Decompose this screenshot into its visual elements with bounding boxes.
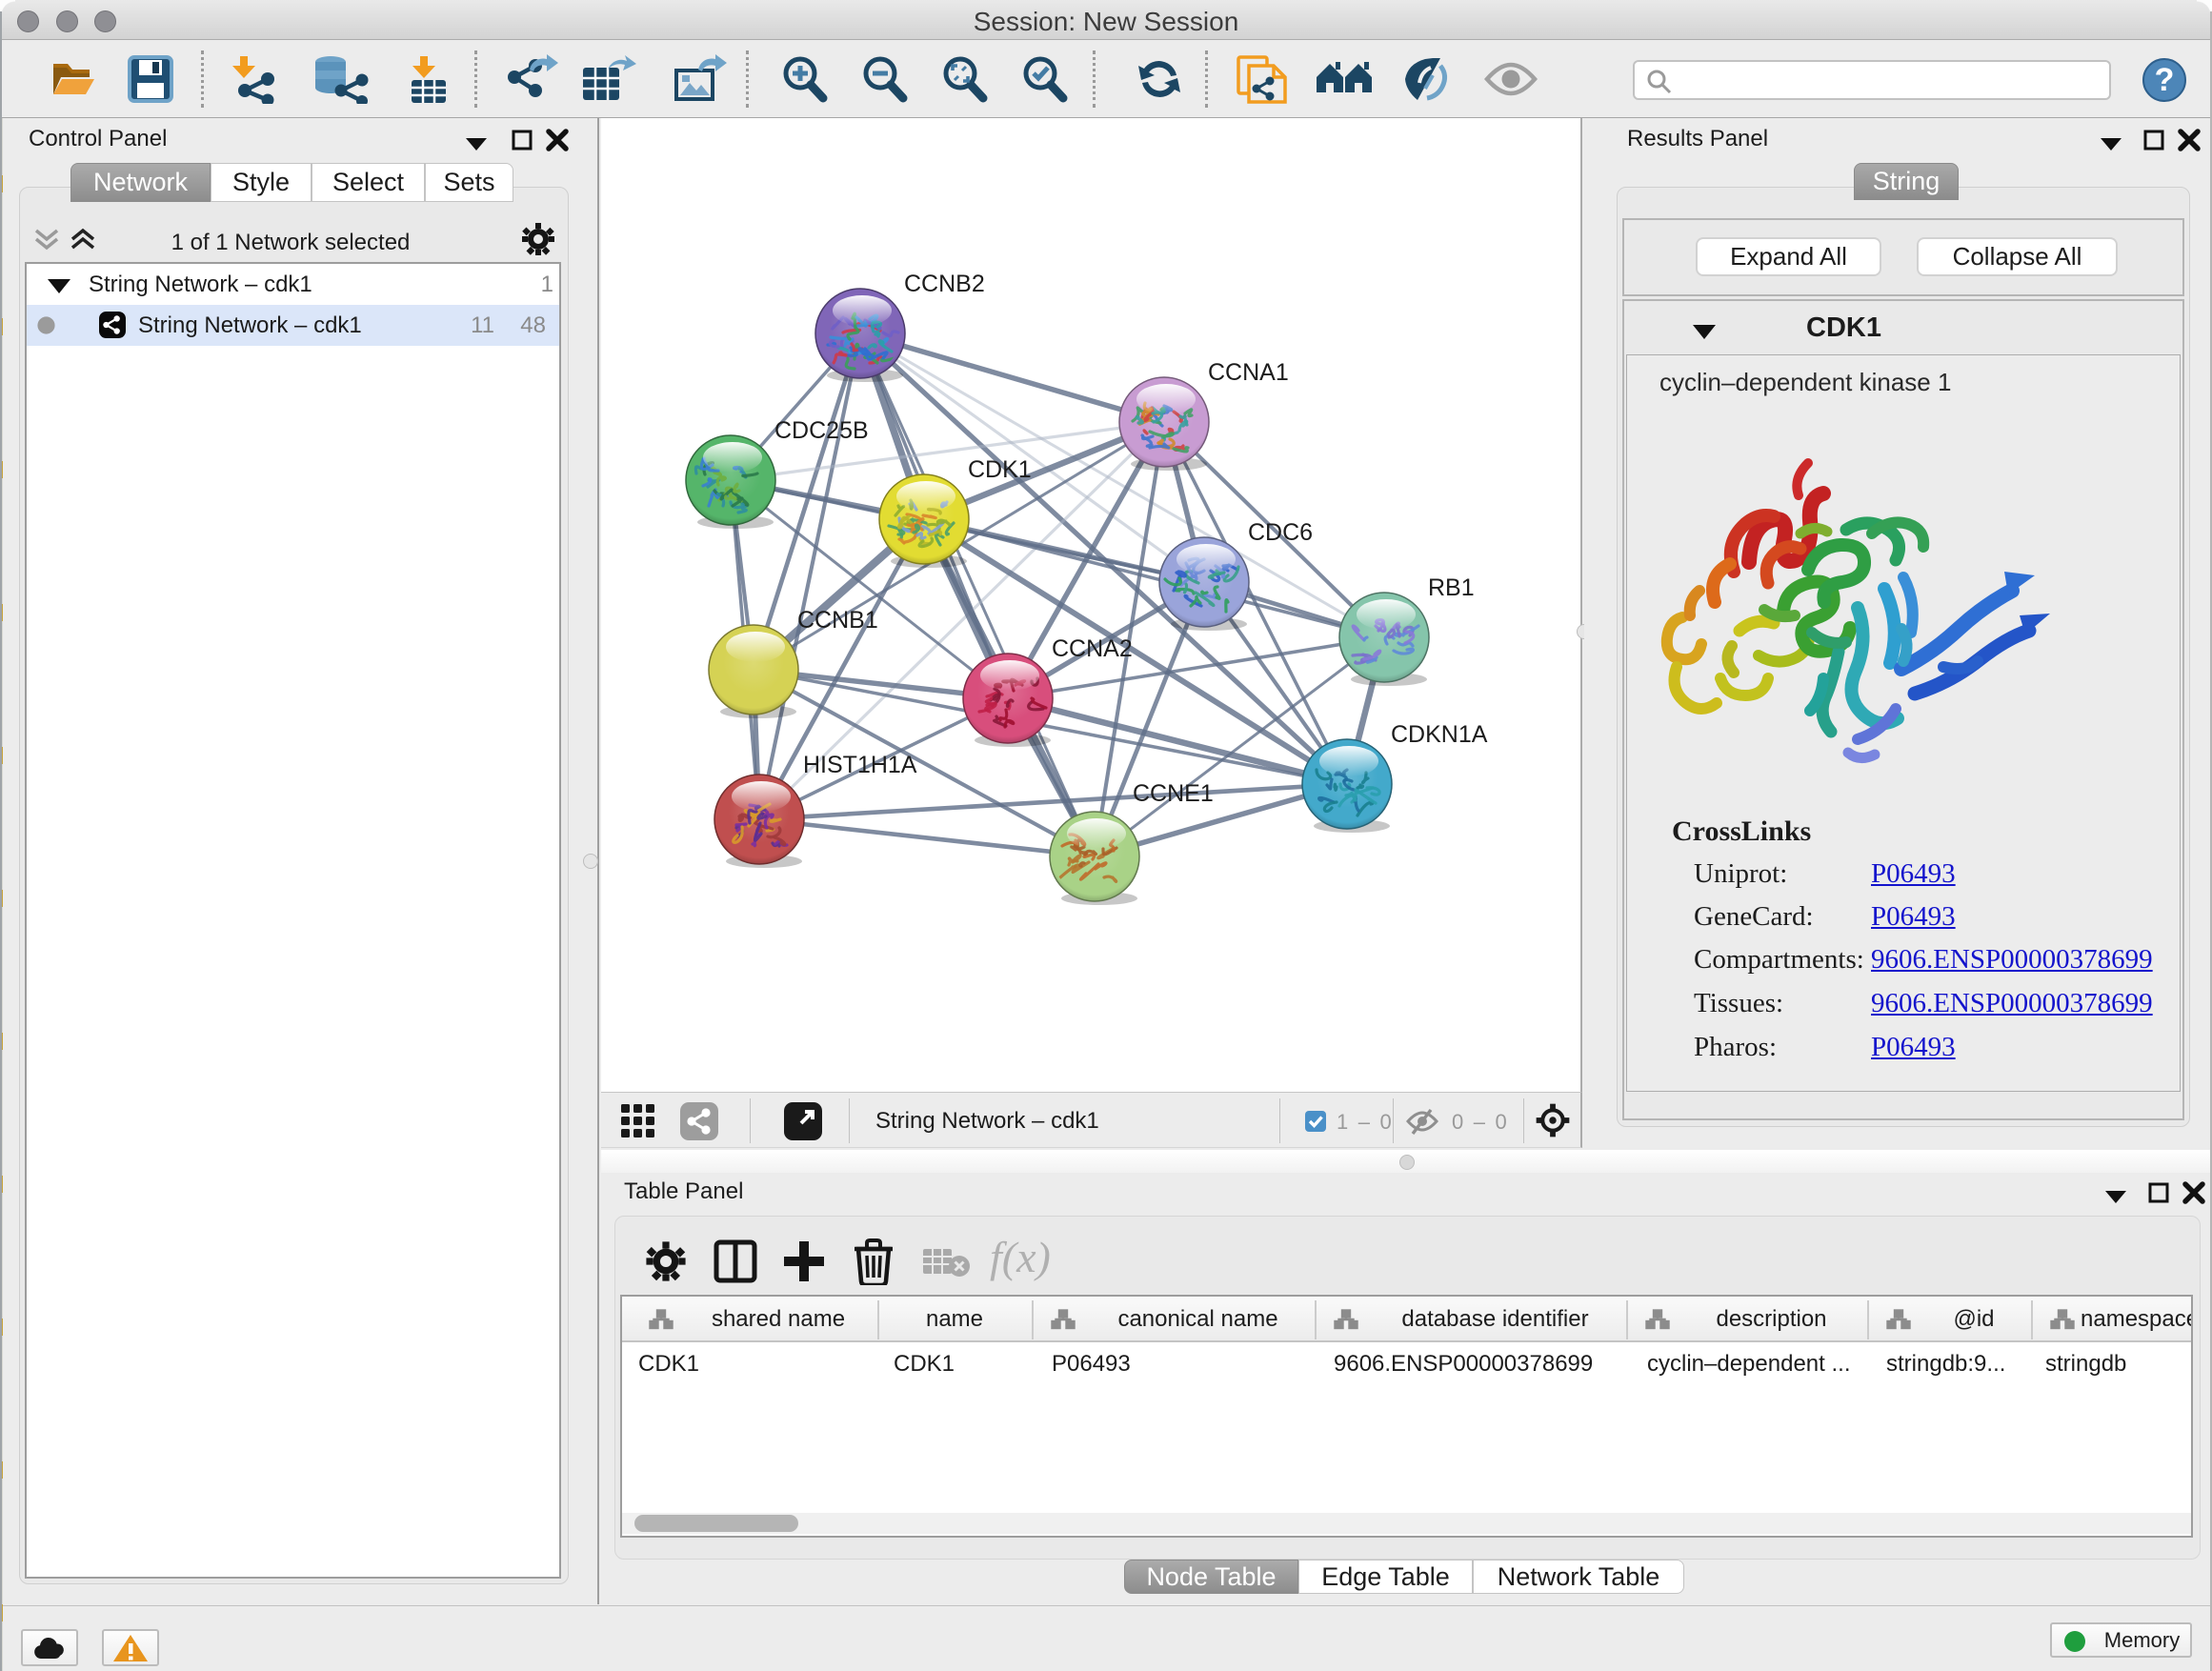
- svg-text:CCNB2: CCNB2: [904, 271, 985, 297]
- svg-text:CCNE1: CCNE1: [1133, 780, 1214, 807]
- svg-text:CCNB1: CCNB1: [797, 607, 878, 634]
- svg-text:CCNA1: CCNA1: [1208, 359, 1289, 386]
- svg-text:RB1: RB1: [1428, 574, 1475, 601]
- svg-text:CDK1: CDK1: [968, 456, 1032, 483]
- svg-text:CDKN1A: CDKN1A: [1391, 721, 1488, 748]
- svg-text:CDC6: CDC6: [1248, 519, 1313, 546]
- svg-text:CCNA2: CCNA2: [1052, 635, 1133, 662]
- svg-text:CDC25B: CDC25B: [774, 417, 869, 444]
- svg-text:HIST1H1A: HIST1H1A: [803, 752, 917, 778]
